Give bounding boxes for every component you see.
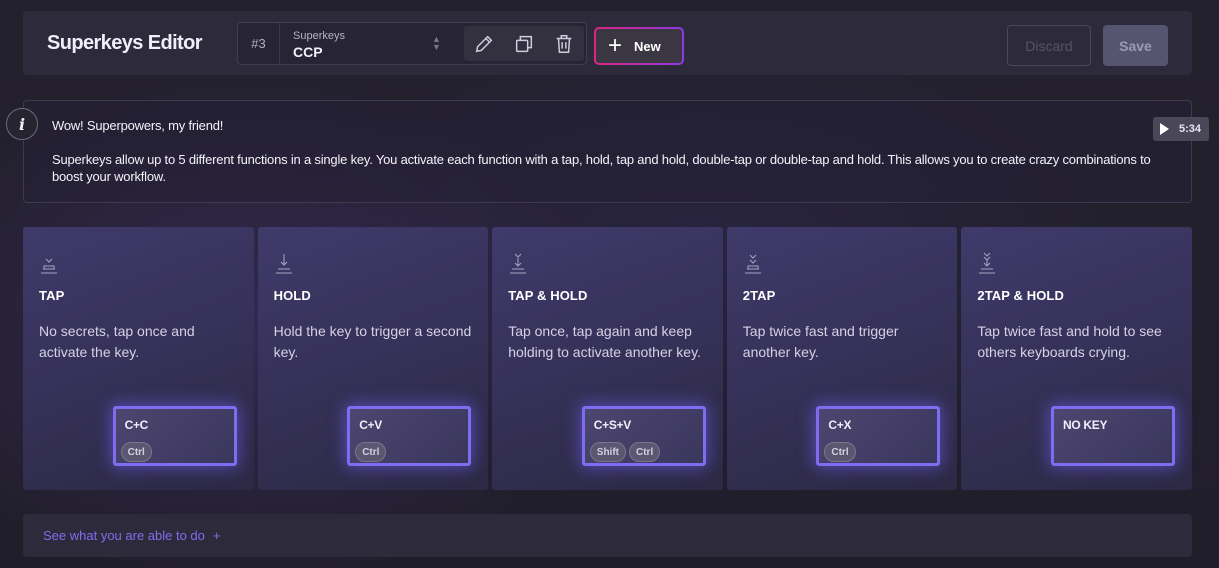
card-description: No secrets, tap once and activate the ke… — [39, 323, 195, 360]
modifier-badge: Ctrl — [629, 442, 661, 462]
info-icon: i — [6, 108, 38, 140]
key-modifiers: Ctrl — [120, 442, 152, 462]
double-tap-hold-icon — [977, 252, 997, 276]
hold-icon — [274, 252, 294, 276]
card-description: Tap twice fast and hold to see others ke… — [977, 323, 1162, 360]
play-icon — [1160, 123, 1169, 135]
rename-button[interactable] — [464, 26, 504, 61]
function-cards: TAP No secrets, tap once and activate th… — [23, 227, 1192, 490]
double-tap-icon — [743, 252, 763, 276]
footer-bar: See what you are able to do + — [23, 514, 1192, 557]
card-title: 2TAP & HOLD — [977, 288, 1064, 303]
info-title: Wow! Superpowers, my friend! — [52, 118, 224, 133]
play-video-button[interactable]: 5:34 — [1153, 117, 1209, 141]
key-slot-tap-and-hold[interactable]: C+S+V Shift Ctrl — [581, 406, 706, 466]
key-label: C+C — [124, 418, 149, 432]
see-more-label: See what you are able to do — [43, 528, 205, 543]
key-modifiers: Shift Ctrl — [589, 442, 661, 462]
tap-icon — [39, 252, 59, 276]
discard-button[interactable]: Discard — [1007, 25, 1091, 66]
plus-icon: + — [608, 32, 623, 59]
superkey-tools — [464, 26, 584, 61]
pencil-icon — [475, 35, 493, 52]
info-body: Superkeys allow up to 5 different functi… — [52, 152, 1151, 184]
key-slot-hold[interactable]: C+V Ctrl — [347, 406, 472, 466]
card-double-tap-and-hold: 2TAP & HOLD Tap twice fast and hold to s… — [961, 227, 1192, 490]
app-title: Superkeys Editor — [47, 32, 203, 54]
modifier-badge: Shift — [589, 442, 626, 462]
plus-icon: + — [212, 528, 221, 543]
key-label: NO KEY — [1062, 418, 1108, 432]
duplicate-button[interactable] — [504, 26, 544, 61]
key-modifiers: Ctrl — [824, 442, 856, 462]
card-tap: TAP No secrets, tap once and activate th… — [23, 227, 254, 490]
selector-label: Superkeys — [293, 30, 345, 42]
superkey-number: #3 — [238, 23, 280, 64]
card-description: Hold the key to trigger a second key. — [273, 323, 472, 360]
new-button-label: New — [634, 38, 661, 54]
header-bar: Superkeys Editor #3 Superkeys CCP ▲ ▼ + N… — [23, 11, 1192, 75]
card-title: 2TAP — [742, 288, 776, 303]
delete-button[interactable] — [544, 26, 584, 61]
modifier-badge: Ctrl — [120, 442, 152, 462]
see-more-link[interactable]: See what you are able to do + — [43, 528, 220, 543]
modifier-badge: Ctrl — [355, 442, 387, 462]
save-button[interactable]: Save — [1103, 25, 1168, 66]
card-description: Tap once, tap again and keep holding to … — [508, 323, 701, 360]
copy-icon — [515, 35, 533, 52]
tap-hold-icon — [508, 252, 528, 276]
modifier-badge: Ctrl — [824, 442, 856, 462]
key-slot-double-tap[interactable]: C+X Ctrl — [816, 406, 941, 466]
card-description: Tap twice fast and trigger another key. — [742, 323, 899, 360]
chevron-updown-icon[interactable]: ▲ ▼ — [432, 35, 441, 52]
card-title: TAP — [39, 288, 65, 303]
new-superkey-button[interactable]: + New — [594, 27, 684, 65]
key-slot-double-tap-and-hold[interactable]: NO KEY — [1050, 406, 1175, 466]
key-label: C+X — [828, 418, 852, 432]
card-hold: HOLD Hold the key to trigger a second ke… — [257, 227, 489, 490]
card-title: HOLD — [273, 288, 311, 303]
card-double-tap: 2TAP Tap twice fast and trigger another … — [726, 227, 958, 490]
trash-icon — [556, 34, 572, 53]
card-tap-and-hold: TAP & HOLD Tap once, tap again and keep … — [492, 227, 723, 490]
selector-value: CCP — [293, 44, 323, 60]
key-slot-tap[interactable]: C+C Ctrl — [112, 406, 237, 466]
key-label: C+V — [359, 418, 382, 432]
video-duration: 5:34 — [1179, 123, 1202, 135]
key-label: C+S+V — [593, 418, 632, 432]
key-modifiers: Ctrl — [355, 442, 387, 462]
card-title: TAP & HOLD — [508, 288, 588, 303]
superkey-selector[interactable]: #3 Superkeys CCP ▲ ▼ — [237, 22, 587, 65]
